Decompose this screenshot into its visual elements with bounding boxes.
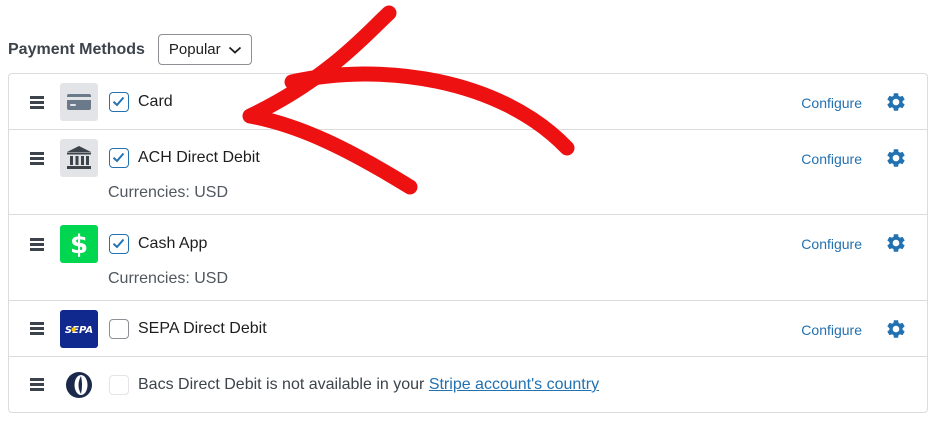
payment-method-row-bacs: Bacs Direct Debit is not available in yo… — [9, 357, 927, 412]
card-icon — [60, 83, 98, 121]
payment-method-row-cash-app: $ Cash App Currencies: USD Configure — [9, 215, 927, 301]
section-title: Payment Methods — [8, 40, 145, 58]
gear-icon[interactable] — [885, 232, 907, 254]
drag-handle-icon[interactable] — [30, 378, 44, 392]
svg-text:$: $ — [70, 230, 88, 260]
payment-method-name: ACH Direct Debit — [138, 149, 260, 166]
ach-checkbox[interactable] — [109, 148, 129, 168]
gear-icon[interactable] — [885, 318, 907, 340]
sepa-checkbox[interactable] — [109, 319, 129, 339]
bank-icon — [60, 139, 98, 177]
drag-handle-icon[interactable] — [30, 152, 44, 166]
filter-dropdown[interactable]: Popular — [157, 34, 252, 65]
configure-link[interactable]: Configure — [801, 322, 862, 338]
payment-method-row-sepa: SEPA SEPA Direct Debit Configure — [9, 301, 927, 357]
configure-link[interactable]: Configure — [801, 236, 862, 252]
configure-link[interactable]: Configure — [801, 95, 862, 111]
payment-method-row-card: Card Configure — [9, 74, 927, 130]
configure-link[interactable]: Configure — [801, 151, 862, 167]
chevron-down-icon — [228, 46, 241, 54]
payment-method-row-ach: ACH Direct Debit Currencies: USD Configu… — [9, 130, 927, 215]
filter-dropdown-value: Popular — [168, 41, 221, 58]
currencies-text: Currencies: USD — [108, 184, 229, 201]
drag-handle-icon[interactable] — [30, 96, 44, 110]
unavailable-message: Bacs Direct Debit is not available in yo… — [138, 376, 599, 394]
cash-app-logo: $ — [60, 225, 98, 263]
currencies-text: Currencies: USD — [108, 270, 229, 287]
cash-app-checkbox[interactable] — [109, 234, 129, 254]
payment-method-name: Card — [138, 93, 173, 110]
gear-icon[interactable] — [885, 147, 907, 169]
gear-icon[interactable] — [885, 91, 907, 113]
payment-methods-list: Card Configure ACH Direct Debit Currenci — [8, 73, 928, 413]
drag-handle-icon[interactable] — [30, 322, 44, 336]
svg-text:SEPA: SEPA — [65, 325, 93, 336]
bacs-logo — [60, 366, 98, 404]
payment-method-name: Cash App — [138, 235, 208, 252]
unavailable-text: Bacs Direct Debit is not available in yo… — [138, 376, 425, 393]
payment-method-name: SEPA Direct Debit — [138, 320, 267, 337]
sepa-logo: SEPA — [60, 310, 98, 348]
payment-methods-header: Payment Methods Popular — [8, 34, 252, 65]
card-checkbox[interactable] — [109, 92, 129, 112]
bacs-checkbox — [109, 375, 129, 395]
stripe-account-country-link[interactable]: Stripe account's country — [429, 376, 599, 393]
drag-handle-icon[interactable] — [30, 238, 44, 252]
